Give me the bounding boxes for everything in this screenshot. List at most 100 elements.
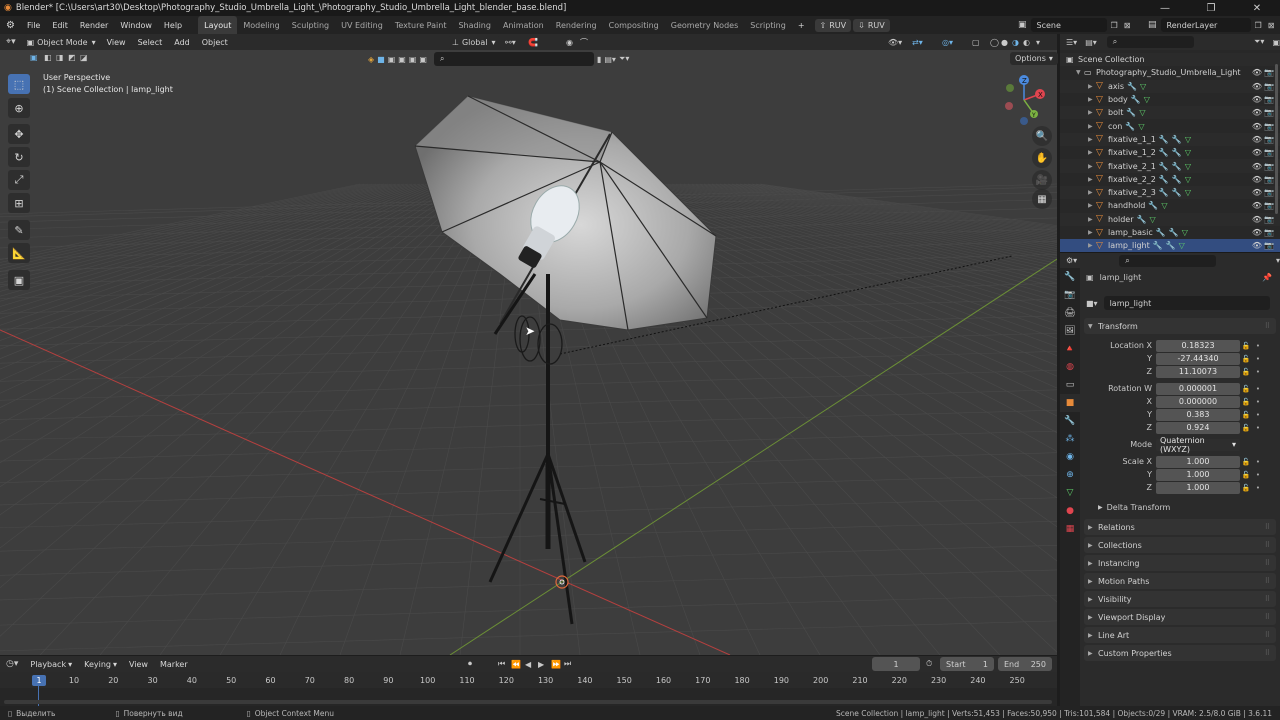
timeline-menu-view[interactable]: View — [123, 655, 154, 673]
filter-icon[interactable]: ⏷▾ — [619, 54, 629, 64]
viewport-menu-add[interactable]: Add — [168, 33, 196, 51]
prev-keyframe-icon[interactable]: ⏪ — [511, 660, 521, 669]
copy-scene-icon[interactable]: ❐ — [1111, 21, 1118, 30]
cursor-tool[interactable]: ⊕ — [8, 98, 30, 118]
mesh-data-icon[interactable]: ▽ — [1182, 228, 1188, 237]
modifier-wrench-icon[interactable]: 🔧 — [1172, 148, 1182, 157]
keyframe-dot-icon[interactable]: • — [1252, 471, 1264, 479]
outliner-object-row[interactable]: ▶ ▽ body 🔧 ▽ 👁 📷 — [1060, 93, 1280, 106]
render-camera-icon[interactable]: 📷 — [1264, 82, 1274, 91]
data-tab-icon[interactable]: ▽ — [1060, 484, 1080, 502]
filter-mesh-icon[interactable]: ■ — [377, 55, 385, 64]
ruv-button-1[interactable]: ⇧ RUV — [814, 18, 852, 32]
modifier-wrench-icon[interactable]: 🔧 — [1159, 135, 1169, 144]
render-camera-icon[interactable]: 📷 — [1264, 95, 1274, 104]
pan-hand-icon[interactable]: ✋ — [1032, 148, 1052, 168]
mesh-data-icon[interactable]: ▽ — [1185, 135, 1191, 144]
mesh-data-icon[interactable]: ▽ — [1179, 241, 1185, 250]
panel-custom-properties[interactable]: ▶ Custom Properties ⠿ — [1084, 645, 1276, 661]
filter-other-icon[interactable]: ▣ — [419, 55, 427, 64]
visibility-eye-icon[interactable]: 👁 — [1252, 95, 1262, 104]
lock-icon[interactable]: 🔓 — [1240, 458, 1252, 466]
menu-window[interactable]: Window — [114, 16, 158, 34]
render-camera-icon[interactable]: 📷 — [1264, 108, 1274, 117]
scene-icon[interactable]: ▣ — [1018, 20, 1027, 30]
scale-z-field[interactable]: 1.000 — [1156, 481, 1240, 494]
annotate-tool[interactable]: ✎ — [8, 220, 30, 240]
render-camera-icon[interactable]: 📷 — [1264, 241, 1274, 250]
mesh-data-icon[interactable]: ▽ — [1161, 201, 1167, 210]
lock-icon[interactable]: 🔓 — [1240, 484, 1252, 492]
shading-wireframe-icon[interactable]: ◯ — [990, 38, 999, 47]
modifier-wrench-icon[interactable]: 🔧 — [1166, 241, 1176, 250]
expand-triangle-icon[interactable]: ▶ — [1088, 96, 1096, 103]
render-tab-icon[interactable]: 📷 — [1060, 286, 1080, 304]
sort-icon[interactable]: ▤▾ — [604, 55, 616, 64]
outliner-search-input[interactable]: ⌕ — [1106, 36, 1195, 48]
select-mode-new-icon[interactable]: ▣ — [30, 53, 38, 62]
expand-triangle-icon[interactable]: ▶ — [1088, 216, 1096, 223]
tab-geometry-nodes[interactable]: Geometry Nodes — [665, 16, 744, 34]
scale-y-field[interactable]: 1.000 — [1156, 468, 1240, 481]
particles-tab-icon[interactable]: ⁂ — [1060, 430, 1080, 448]
modifier-wrench-icon[interactable]: 🔧 — [1125, 122, 1135, 131]
mesh-data-icon[interactable]: ▽ — [1140, 82, 1146, 91]
outliner-object-row[interactable]: ▶ ▽ fixative_2_3 🔧 🔧 ▽ 👁 📷 — [1060, 185, 1280, 200]
scale-x-field[interactable]: 1.000 — [1156, 455, 1240, 468]
lock-icon[interactable]: 🔓 — [1240, 471, 1252, 479]
modifier-tab-icon[interactable]: 🔧 — [1060, 412, 1080, 430]
view-layer-selector[interactable]: RenderLayer — [1160, 18, 1251, 32]
modifier-wrench-icon[interactable]: 🔧 — [1153, 241, 1163, 250]
playhead[interactable]: 1 — [32, 675, 46, 686]
pin-icon[interactable]: 📌 — [1262, 273, 1272, 282]
modifier-wrench-icon[interactable]: 🔧 — [1159, 188, 1169, 197]
keyframe-dot-icon[interactable]: • — [1252, 484, 1264, 492]
filter-light-icon[interactable]: ▣ — [388, 55, 396, 64]
render-camera-icon[interactable]: 📷 — [1264, 68, 1274, 77]
panel-collections[interactable]: ▶ Collections ⠿ — [1084, 537, 1276, 553]
render-camera-icon[interactable]: 📷 — [1264, 135, 1274, 144]
render-camera-icon[interactable]: 📷 — [1264, 175, 1274, 184]
location-z-field[interactable]: 11.10073 — [1156, 365, 1240, 378]
blender-menu-icon[interactable]: ⚙ — [0, 20, 21, 31]
transform-tool[interactable]: ⊞ — [8, 193, 30, 213]
rotate-tool[interactable]: ↻ — [8, 147, 30, 167]
object-tab-icon[interactable]: ■ — [1060, 394, 1080, 412]
keyframe-dot-icon[interactable]: • — [1252, 368, 1264, 376]
keyframe-dot-icon[interactable]: • — [1252, 385, 1264, 393]
panel-instancing[interactable]: ▶ Instancing ⠿ — [1084, 555, 1276, 571]
render-camera-icon[interactable]: 📷 — [1264, 228, 1274, 237]
modifier-wrench-icon[interactable]: 🔧 — [1172, 188, 1182, 197]
menu-render[interactable]: Render — [74, 16, 114, 34]
modifier-wrench-icon[interactable]: 🔧 — [1159, 148, 1169, 157]
modifier-wrench-icon[interactable]: 🔧 — [1127, 82, 1137, 91]
material-tab-icon[interactable]: ● — [1060, 502, 1080, 520]
modifier-wrench-icon[interactable]: 🔧 — [1159, 175, 1169, 184]
keyframe-dot-icon[interactable]: • — [1252, 411, 1264, 419]
mesh-data-icon[interactable]: ▽ — [1138, 122, 1144, 131]
outliner-object-row[interactable]: ▶ ▽ lamp_light 🔧 🔧 ▽ 👁 📷 — [1060, 239, 1280, 253]
timeline-menu-marker[interactable]: Marker — [154, 655, 194, 673]
object-mode-dropdown[interactable]: ▣ Object Mode ▾ — [21, 35, 101, 49]
keyframe-dot-icon[interactable]: • — [1252, 458, 1264, 466]
jump-end-icon[interactable]: ⏭ — [564, 659, 571, 669]
tab-rendering[interactable]: Rendering — [550, 16, 603, 34]
snap-icon[interactable]: 🧲 — [528, 38, 538, 47]
visibility-eye-icon[interactable]: 👁 — [1252, 228, 1262, 237]
shading-rendered-icon[interactable]: ◐ — [1023, 38, 1030, 47]
shading-material-icon[interactable]: ◑ — [1012, 38, 1019, 47]
outliner-object-row[interactable]: ▶ ▽ handhold 🔧 ▽ 👁 📷 — [1060, 199, 1280, 212]
tab-scripting[interactable]: Scripting — [744, 16, 792, 34]
physics-tab-icon[interactable]: ◉ — [1060, 448, 1080, 466]
visibility-eye-icon[interactable]: 👁 — [1252, 122, 1262, 131]
expand-triangle-icon[interactable]: ▶ — [1088, 229, 1096, 236]
overlays-icon[interactable]: ◎▾ — [942, 38, 953, 47]
mesh-data-icon[interactable]: ▽ — [1185, 188, 1191, 197]
tab-modeling[interactable]: Modeling — [237, 16, 285, 34]
select-mode-subtract-icon[interactable]: ◨ — [56, 53, 64, 62]
modifier-wrench-icon[interactable]: 🔧 — [1172, 162, 1182, 171]
outliner-object-row[interactable]: ▶ ▽ bolt 🔧 ▽ 👁 📷 — [1060, 106, 1280, 120]
outliner-editor-icon[interactable]: ☰▾ — [1066, 38, 1077, 47]
view-layer-tab-icon[interactable]: 🖼 — [1060, 322, 1080, 340]
properties-search-input[interactable]: ⌕ — [1119, 254, 1216, 267]
